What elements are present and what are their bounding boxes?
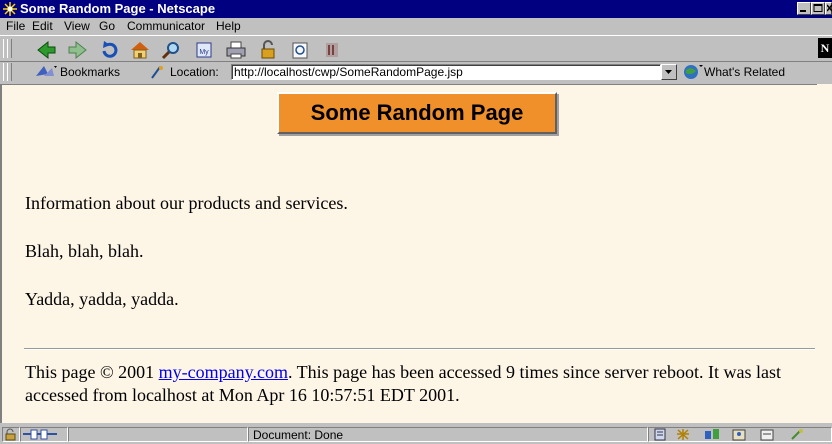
bookmarks-button[interactable]: Bookmarks <box>60 65 120 79</box>
page-heading: Some Random Page <box>310 100 524 125</box>
my-netscape-icon: My <box>196 42 212 58</box>
search-button[interactable] <box>160 39 184 61</box>
menu-bar: File Edit View Go Communicator Help <box>0 18 832 35</box>
paragraph-blah: Blah, blah, blah. <box>25 241 144 261</box>
bookmarks-icon <box>36 66 57 76</box>
navigator-component-icon[interactable] <box>653 428 669 441</box>
footer-text: This page © 2001 my-company.com. This pa… <box>25 361 805 407</box>
menu-help[interactable]: Help <box>216 19 241 34</box>
maximize-button[interactable] <box>811 2 825 15</box>
location-label: Location: <box>170 65 219 79</box>
minimize-button[interactable] <box>797 2 811 15</box>
my-netscape-button[interactable]: My <box>192 39 216 61</box>
whats-related-icon[interactable] <box>682 63 704 81</box>
netscape-brand-icon[interactable]: N <box>818 38 832 58</box>
content-right-edge <box>817 84 832 423</box>
title-bar[interactable]: Some Random Page - Netscape <box>0 0 832 18</box>
home-button[interactable] <box>128 39 152 61</box>
menu-view[interactable]: View <box>64 19 90 34</box>
menu-go[interactable]: Go <box>99 19 115 34</box>
reload-button[interactable] <box>98 39 122 61</box>
close-icon <box>827 4 832 12</box>
chevron-down-icon <box>665 70 672 74</box>
address-book-component-icon[interactable] <box>731 428 749 441</box>
tool-component-icon[interactable] <box>789 428 807 441</box>
back-icon <box>37 40 56 60</box>
paragraph-yadda: Yadda, yadda, yadda. <box>25 289 179 309</box>
minimize-icon <box>800 10 806 12</box>
location-bar: Bookmarks Location: http://localhost/cwp… <box>0 61 832 83</box>
print-icon <box>226 41 246 59</box>
navigation-toolbar: My N <box>0 35 832 62</box>
horizontal-rule <box>24 348 815 350</box>
forward-icon <box>68 40 87 60</box>
page-content: Some Random Page Information about our p… <box>0 84 817 423</box>
stop-button[interactable] <box>320 39 344 61</box>
security-icon <box>261 40 275 59</box>
shop-icon <box>292 42 308 59</box>
svg-text:My: My <box>199 49 209 56</box>
toolbar-grip[interactable] <box>7 39 12 58</box>
close-button[interactable] <box>825 2 832 15</box>
netscape-logo-icon <box>3 2 17 16</box>
company-link[interactable]: my-company.com <box>159 362 288 382</box>
page-heading-box: Some Random Page <box>277 92 557 134</box>
search-icon <box>161 42 179 60</box>
connection-icon <box>23 429 57 440</box>
maximize-icon <box>813 4 823 12</box>
location-input[interactable]: http://localhost/cwp/SomeRandomPage.jsp <box>231 64 661 80</box>
menu-communicator[interactable]: Communicator <box>127 19 205 34</box>
newsgroups-component-icon[interactable] <box>703 428 721 441</box>
progress-cell <box>68 427 248 442</box>
window-title: Some Random Page - Netscape <box>20 1 216 16</box>
location-icon[interactable] <box>148 64 166 80</box>
print-button[interactable] <box>224 39 248 61</box>
whats-related-button[interactable]: What's Related <box>704 65 785 79</box>
reload-icon <box>102 41 118 58</box>
browser-window: Some Random Page - Netscape File Edit Vi… <box>0 0 832 444</box>
forward-button[interactable] <box>66 39 90 61</box>
security-button[interactable] <box>256 39 280 61</box>
menu-file[interactable]: File <box>6 19 25 34</box>
status-text-cell: Document: Done <box>248 427 648 442</box>
location-dropdown-button[interactable] <box>661 64 677 80</box>
status-bar: Document: Done <box>0 424 832 444</box>
status-text: Document: Done <box>253 428 344 442</box>
menu-edit[interactable]: Edit <box>32 19 53 34</box>
stop-icon <box>326 43 338 57</box>
composer-component-icon[interactable] <box>759 428 777 441</box>
shop-button[interactable] <box>288 39 312 61</box>
component-bar <box>648 427 832 442</box>
footer-prefix: This page © 2001 <box>25 362 159 382</box>
mail-component-icon[interactable] <box>675 428 691 441</box>
home-icon <box>131 42 149 59</box>
security-lock-icon <box>5 428 16 441</box>
toolbar-grip[interactable] <box>7 63 12 81</box>
connection-status-cell[interactable] <box>20 427 68 442</box>
security-status-cell[interactable] <box>2 427 20 442</box>
paragraph-products: Information about our products and servi… <box>25 193 348 213</box>
back-button[interactable] <box>34 39 58 61</box>
